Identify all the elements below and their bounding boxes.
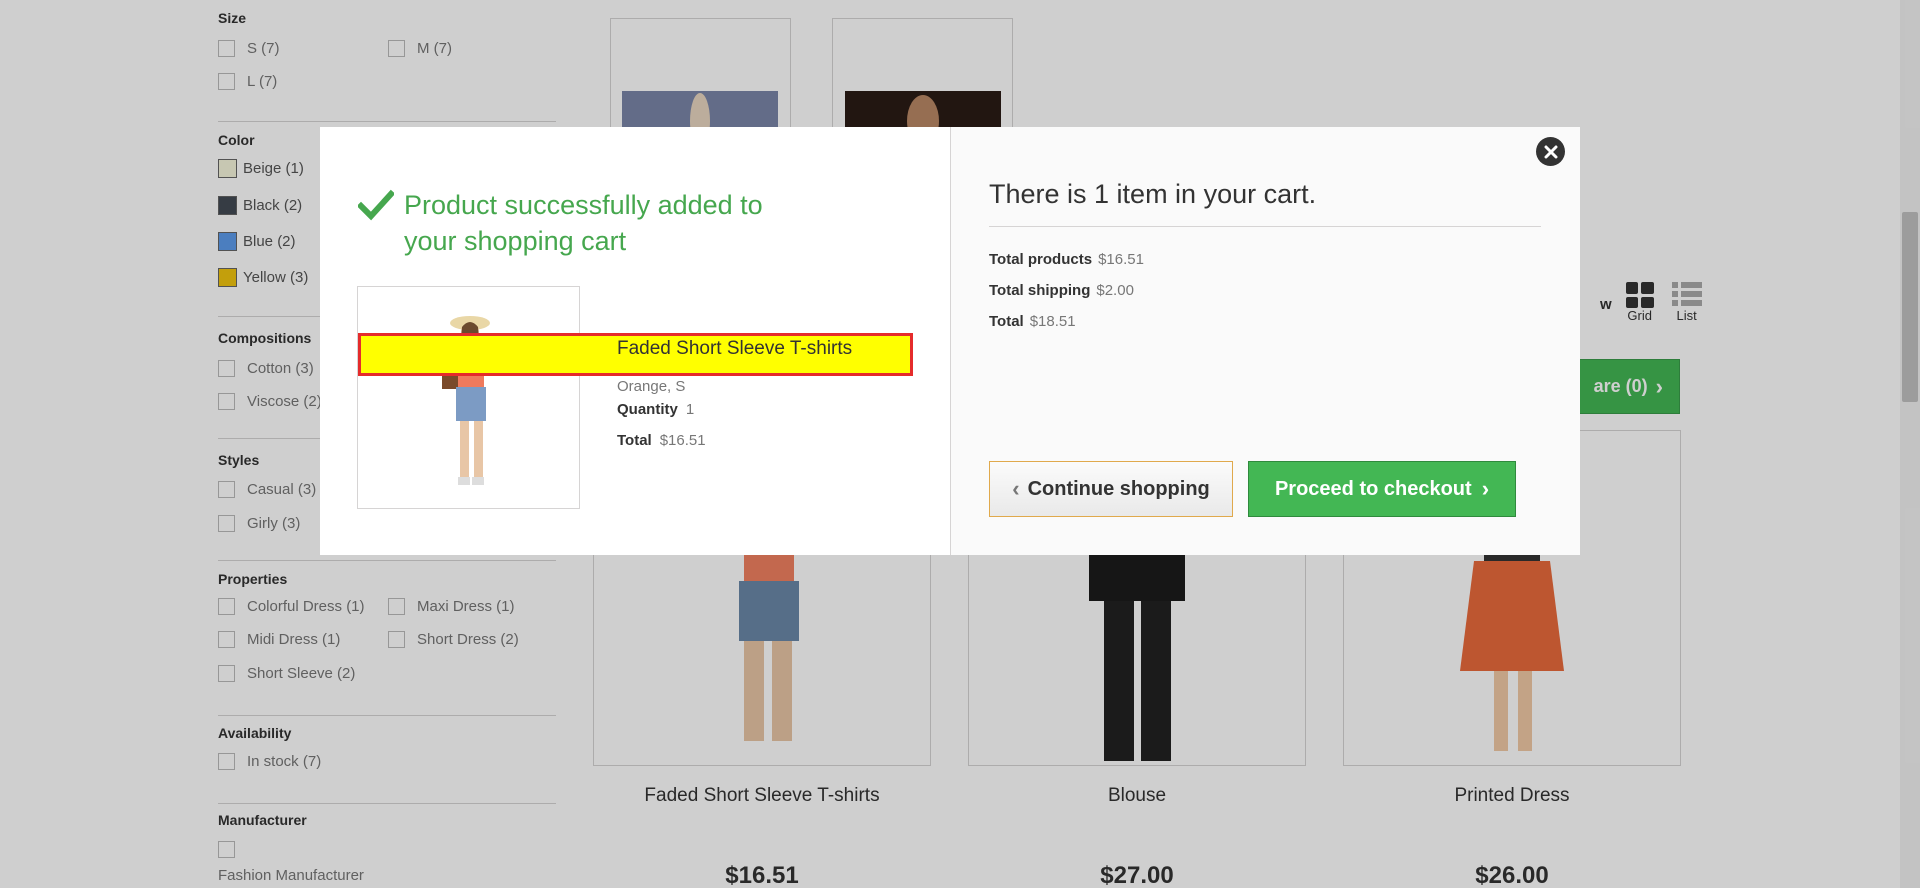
chevron-right-icon: › [1481,476,1490,501]
total-shipping-line: Total shipping $2.00 [989,282,1134,299]
add-to-cart-modal: Product successfully added to your shopp… [320,127,1580,555]
cart-summary-title: There is 1 item in your cart. [989,179,1317,209]
continue-shopping-button[interactable]: ‹ Continue shopping [989,461,1233,517]
added-product-image [357,286,580,509]
check-icon [358,189,394,221]
cart-total-line: Total $18.51 [989,313,1076,330]
proceed-to-checkout-button[interactable]: Proceed to checkout › [1248,461,1516,517]
chevron-left-icon: ‹ [1012,476,1020,501]
added-product-attributes: Orange, S [617,378,686,395]
modal-cart-panel: There is 1 item in your cart. Total prod… [950,127,1580,555]
success-title-text: Product successfully added to your shopp… [404,190,763,256]
close-button[interactable] [1536,137,1565,166]
modal-product-panel: Product successfully added to your shopp… [320,127,950,555]
added-product-name: Faded Short Sleeve T-shirts [617,338,853,359]
close-icon [1544,145,1557,158]
added-product-total: Total $16.51 [617,432,706,449]
product-image [442,316,490,485]
added-product-quantity: Quantity 1 [617,401,695,418]
success-message: Product successfully added to your shopp… [358,187,804,259]
total-products-line: Total products $16.51 [989,251,1144,268]
divider [989,226,1541,227]
